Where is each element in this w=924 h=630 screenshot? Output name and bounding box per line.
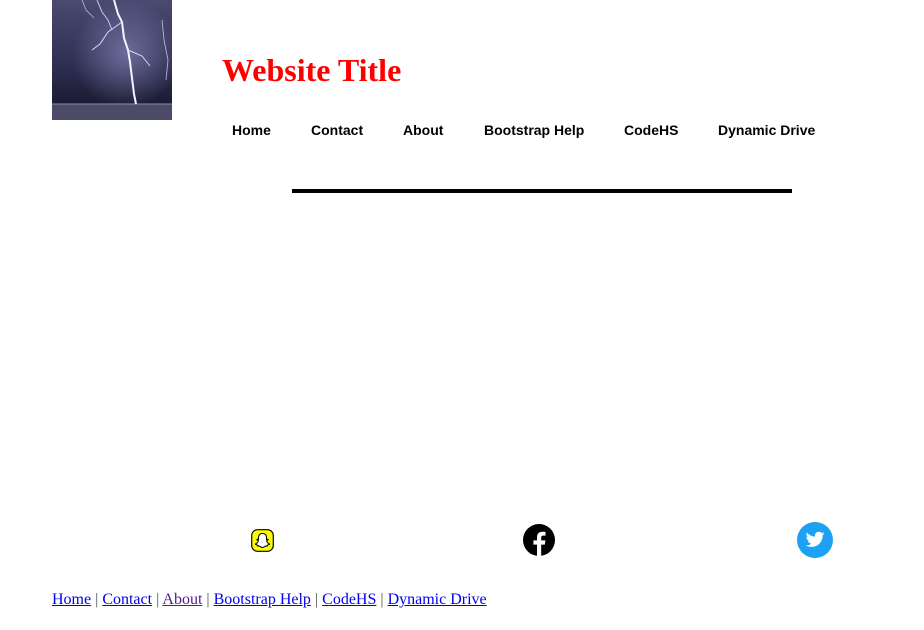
- divider: [292, 189, 792, 193]
- footer-contact-link[interactable]: Contact: [102, 591, 152, 608]
- page-title: Website Title: [222, 52, 402, 88]
- snapchat-icon[interactable]: [251, 529, 274, 552]
- nav-codehs-link[interactable]: CodeHS: [624, 121, 678, 139]
- footer-codehs-link[interactable]: CodeHS: [322, 591, 376, 608]
- nav-bootstrap-help-link[interactable]: Bootstrap Help: [484, 121, 584, 139]
- logo-image: [52, 0, 172, 120]
- footer-nav: Home | Contact | About | Bootstrap Help …: [52, 590, 487, 610]
- footer-separator: |: [156, 591, 160, 608]
- footer-bootstrap-help-link[interactable]: Bootstrap Help: [214, 591, 311, 608]
- footer-home-link[interactable]: Home: [52, 591, 91, 608]
- footer-dynamic-drive-link[interactable]: Dynamic Drive: [388, 591, 487, 608]
- footer-separator: |: [95, 591, 99, 608]
- footer-separator: |: [206, 591, 210, 608]
- footer-about-link[interactable]: About: [162, 591, 202, 608]
- footer-separator: |: [380, 591, 384, 608]
- nav-contact-link[interactable]: Contact: [311, 121, 363, 139]
- twitter-icon[interactable]: [797, 522, 833, 558]
- nav-dynamic-drive-link[interactable]: Dynamic Drive: [718, 121, 815, 139]
- facebook-icon[interactable]: [523, 524, 555, 556]
- nav-about-link[interactable]: About: [403, 121, 443, 139]
- footer-separator: |: [314, 591, 319, 608]
- nav-home-link[interactable]: Home: [232, 121, 271, 139]
